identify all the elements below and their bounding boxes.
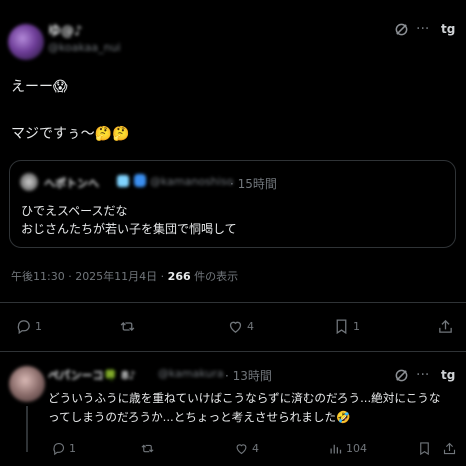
views-count: 266 (167, 270, 191, 283)
author-handle[interactable]: @koakaa_nui (48, 41, 121, 54)
reply-count: 1 (35, 320, 42, 333)
retweet-button[interactable] (119, 318, 136, 335)
views-icon (330, 444, 342, 454)
share-icon (439, 319, 452, 333)
bookmark-button[interactable]: 1 (333, 318, 360, 335)
divider (0, 351, 466, 352)
bookmark-icon (420, 442, 429, 456)
like-icon (229, 321, 242, 333)
more-icon[interactable]: ··· (416, 21, 429, 37)
retweet-icon (120, 322, 135, 331)
x-logo-icon[interactable]: tg (441, 367, 457, 387)
reply-author-name[interactable]: ペパンーコ🍀 8♪ (48, 367, 136, 383)
like-count: 4 (247, 320, 254, 333)
svg-text:tg: tg (441, 368, 455, 382)
quote-text-line-1: ひでえスペースだな (21, 204, 128, 218)
post-metadata: 午後11:30 · 2025年11月4日 · 266 件の表示 (11, 268, 238, 284)
quote-author-handle: @kamanoshiso (150, 175, 234, 188)
divider (0, 302, 466, 303)
quote-text-line-2: おじさんたちが若い子を集団で恫喝して (21, 222, 237, 236)
reply-author-avatar[interactable] (9, 366, 45, 402)
reply-reply-button[interactable]: 1 (51, 441, 76, 456)
reply-views-button[interactable]: 104 (328, 441, 367, 456)
quote-time: · 15時間 (230, 177, 277, 191)
share-icon (443, 442, 456, 455)
reply-button[interactable]: 1 (15, 318, 42, 335)
reply-icon (53, 442, 65, 456)
reply-icon (17, 320, 30, 335)
reply-text-line-2: ってしまうのだろうか...とちょっと考えさせられました🤣 (48, 410, 351, 424)
post-timestamp[interactable]: 午後11:30 · 2025年11月4日 · (11, 270, 168, 283)
post-text-line-1: えーー😱 (11, 79, 68, 95)
quote-author-name: ヘポトンへ (44, 177, 99, 190)
author-name[interactable]: ゆ@♪ (48, 20, 82, 39)
like-button[interactable]: 4 (227, 318, 254, 335)
quote-verified-badge (117, 175, 129, 187)
reply-views-count: 104 (346, 442, 367, 455)
more-icon[interactable]: ··· (416, 367, 429, 383)
grok-icon[interactable] (394, 368, 409, 386)
retweet-icon (141, 444, 154, 453)
svg-text:tg: tg (441, 22, 455, 36)
share-button[interactable] (437, 318, 454, 335)
post-text-line-2: マジですぅ～🤔🤔 (11, 126, 130, 142)
reply-like-button[interactable]: 4 (234, 441, 259, 456)
grok-icon[interactable] (394, 22, 409, 40)
bookmark-count: 1 (353, 320, 360, 333)
reply-share-button[interactable] (442, 441, 457, 456)
reply-retweet-button[interactable] (140, 441, 155, 456)
views-label: 件の表示 (190, 270, 239, 283)
reply-author-handle[interactable]: @kamakura (158, 367, 224, 380)
x-logo-icon[interactable]: tg (441, 21, 457, 41)
bookmark-icon (336, 319, 347, 335)
reply-text-line-1: どういうふうに歳を重ねていけばこうならずに済むのだろう...絶対にこうな (48, 391, 441, 405)
thread-line (26, 406, 28, 452)
reply-time[interactable]: · 13時間 (225, 367, 272, 384)
reply-bookmark-button[interactable] (417, 441, 432, 456)
quote-emoji (134, 174, 146, 187)
quote-author-avatar (20, 173, 38, 191)
reply-like-count: 4 (252, 442, 259, 455)
author-avatar[interactable] (8, 24, 44, 60)
quoted-post-card[interactable]: ヘポトンへ @kamanoshiso · 15時間 ひでえスペースだな おじさん… (9, 160, 456, 248)
like-icon (236, 444, 247, 455)
reply-reply-count: 1 (69, 442, 76, 455)
